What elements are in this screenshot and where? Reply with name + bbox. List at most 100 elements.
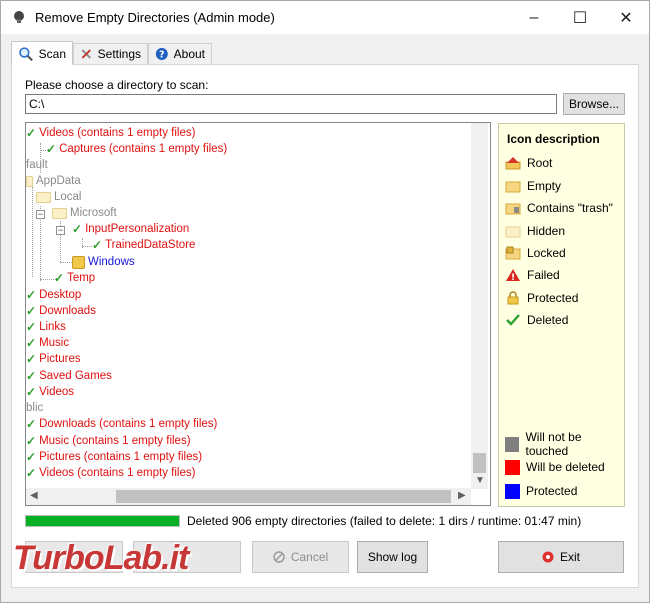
tree-item-label: TrainedDataStore [105, 239, 196, 251]
tree-item-label: Temp [67, 272, 96, 284]
tree-item[interactable]: ✓ Videos (contains 1 empty files) [26, 465, 195, 481]
legend-label: Failed [527, 268, 560, 282]
checkmark-icon: ✓ [26, 417, 37, 431]
show-log-button[interactable]: Show log [357, 541, 428, 573]
tab-scan[interactable]: Scan [11, 41, 73, 65]
checkmark-icon: ✓ [26, 369, 37, 383]
tree-item[interactable]: ✓ Temp [54, 270, 95, 286]
root-folder-icon [505, 157, 521, 170]
horizontal-scrollbar[interactable]: ◀ ▶ [26, 488, 471, 505]
legend-item: Contains "trash" [505, 200, 613, 216]
directory-path-input[interactable] [25, 94, 557, 114]
tree-item[interactable]: Local [36, 189, 82, 205]
tree-item[interactable]: fault [26, 157, 48, 173]
folder-icon [52, 207, 67, 219]
tab-scan-label: Scan [38, 46, 66, 61]
vertical-scrollbar[interactable]: ▼ [471, 123, 488, 489]
tree-item-label: Videos (contains 1 empty files) [39, 467, 196, 479]
title-bar: Remove Empty Directories (Admin mode) – … [1, 1, 649, 34]
blue-swatch [505, 483, 520, 499]
cancel-button[interactable]: Cancel [252, 541, 349, 573]
tree-item[interactable]: ✓ Desktop [26, 287, 81, 303]
hidden-folder-icon [505, 226, 521, 238]
lock-icon [507, 291, 519, 305]
cancel-icon [273, 551, 285, 563]
tree-item[interactable]: ✓ Links [26, 319, 66, 335]
app-icon [14, 11, 24, 23]
tree-item[interactable]: ✓ Videos (contains 1 empty files) [26, 125, 195, 141]
maximize-button[interactable]: ☐ [557, 1, 603, 34]
tree-expander[interactable]: − [56, 226, 65, 235]
browse-button[interactable]: Browse... [563, 93, 625, 115]
checkmark-icon: ✓ [26, 288, 37, 302]
icon-legend: Icon description Root Empty Contains "tr… [498, 123, 625, 507]
red-swatch [505, 459, 520, 475]
tree-item[interactable]: ✓ Pictures [26, 351, 81, 367]
tree-item-label: blic [26, 402, 44, 414]
legend-color-item: Will not be touched [505, 430, 624, 458]
folder-icon [36, 191, 51, 203]
tree-guide [60, 262, 72, 263]
tree-item-label: Music (contains 1 empty files) [39, 435, 191, 447]
tree-item-label: Music [39, 337, 70, 349]
tree-expander[interactable]: − [36, 210, 45, 219]
tree-item-label: Videos (contains 1 empty files) [39, 127, 196, 139]
legend-label: Root [527, 156, 553, 170]
exit-label: Exit [559, 550, 580, 564]
tree-item-label: Local [54, 191, 82, 203]
checkmark-icon: ✓ [72, 222, 83, 236]
tab-about-label: About [173, 47, 205, 61]
legend-item: Empty [505, 178, 561, 194]
exit-button[interactable]: Exit [498, 541, 624, 573]
legend-label: Deleted [527, 313, 569, 327]
minimize-button[interactable]: – [511, 1, 557, 34]
tree-item[interactable]: ✓ Videos [26, 384, 74, 400]
checkmark-icon: ✓ [26, 466, 37, 480]
scroll-right-arrow-icon[interactable]: ▶ [458, 490, 466, 501]
checkmark-icon: ✓ [26, 304, 37, 318]
tree-item[interactable]: ✓ Captures (contains 1 empty files) [46, 141, 227, 157]
tab-about[interactable]: ? About [148, 43, 212, 64]
tree-item[interactable]: ✓ TrainedDataStore [92, 237, 195, 253]
scroll-thumb[interactable] [116, 490, 451, 503]
tree-item-label: Saved Games [39, 370, 112, 382]
tree-item[interactable]: ✓ Downloads (contains 1 empty files) [26, 416, 217, 432]
tree-item[interactable]: ✓ Saved Games [26, 368, 112, 384]
checkmark-icon: ✓ [26, 352, 37, 366]
gray-swatch [505, 436, 520, 452]
tab-settings[interactable]: Settings [73, 43, 148, 64]
tools-icon [81, 49, 91, 59]
tree-item[interactable]: ✓ InputPersonalization [72, 221, 189, 237]
tree-item[interactable]: ✓ Downloads [26, 303, 96, 319]
tree-item[interactable]: ✓ Music (contains 1 empty files) [26, 433, 191, 449]
checkmark-icon: ✓ [26, 126, 37, 140]
tree-item-label: Videos [39, 386, 75, 398]
legend-item: ! Failed [505, 267, 560, 283]
folder-icon [26, 175, 33, 187]
legend-item: Protected [505, 290, 578, 306]
tree-item[interactable]: ✓ Pictures (contains 1 empty files) [26, 449, 202, 465]
tree-item-label: Links [39, 321, 66, 333]
legend-label: Protected [527, 291, 579, 305]
checkmark-icon: ✓ [26, 320, 37, 334]
checkmark-icon: ✓ [26, 450, 37, 464]
help-icon: ? [155, 48, 168, 60]
watermark-logo: TurboLab.it [13, 539, 189, 577]
scroll-down-arrow-icon[interactable]: ▼ [475, 475, 485, 486]
trash-folder-icon [505, 203, 521, 215]
tree-item[interactable]: Windows [72, 254, 135, 270]
directory-tree[interactable]: − − ✓ Videos (contains 1 empty files) ✓ … [25, 122, 491, 506]
tree-item[interactable]: AppData [26, 173, 81, 189]
lock-icon [72, 255, 85, 269]
legend-item: Hidden [505, 223, 565, 239]
tree-item[interactable]: blic [26, 400, 43, 416]
exit-icon [542, 551, 554, 563]
scroll-left-arrow-icon[interactable]: ◀ [30, 490, 38, 501]
tree-item[interactable]: Microsoft [52, 205, 117, 221]
close-button[interactable]: ✕ [603, 1, 649, 34]
checkmark-icon: ✓ [46, 142, 57, 156]
tree-item-label: Downloads [39, 305, 96, 317]
tree-item[interactable]: ✓ Music [26, 335, 69, 351]
scroll-thumb[interactable] [473, 453, 486, 473]
warning-icon: ! [506, 269, 520, 282]
